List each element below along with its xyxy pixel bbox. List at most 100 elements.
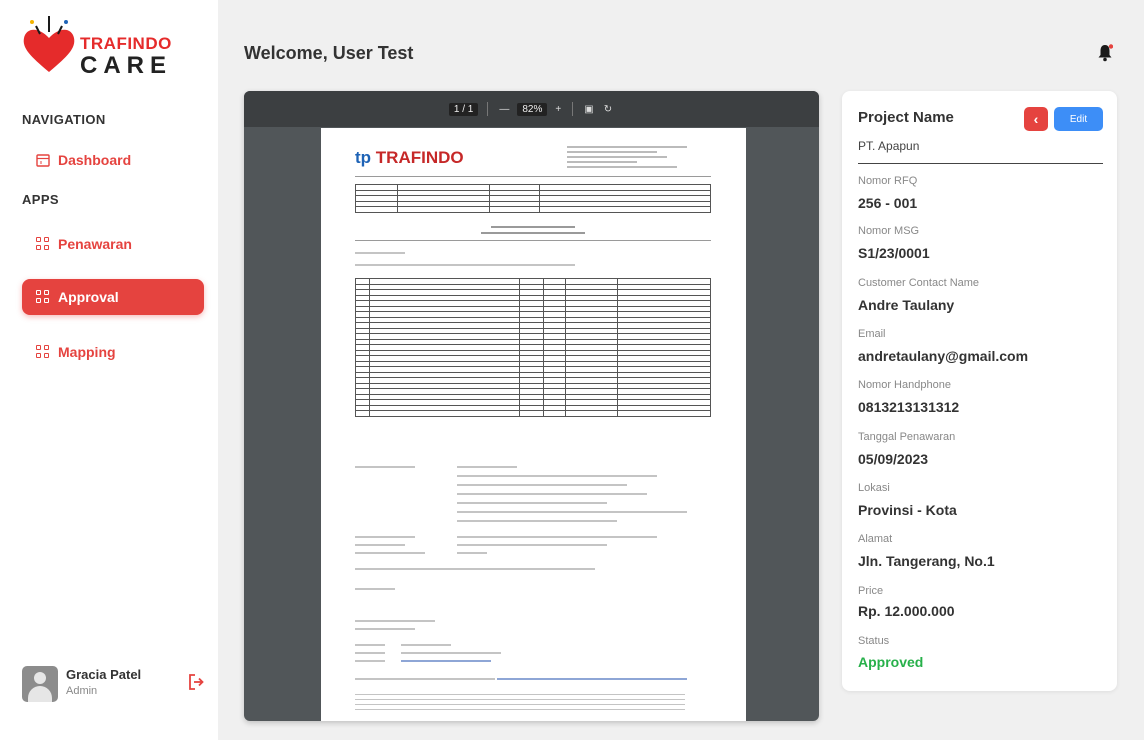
- pdf-text-line: [457, 466, 517, 468]
- grid-icon: [36, 345, 50, 359]
- pdf-text-line: [355, 588, 395, 590]
- calendar-icon: [36, 154, 50, 167]
- zoom-out-icon[interactable]: —: [499, 104, 509, 115]
- sidebar-item-mapping[interactable]: Mapping: [22, 334, 204, 370]
- brand-subname: CARE: [80, 52, 173, 79]
- pdf-text-line: [355, 552, 425, 554]
- sidebar-item-label: Approval: [58, 289, 119, 305]
- pdf-link-line: [401, 660, 491, 662]
- pdf-text-line: [457, 536, 657, 538]
- field-value: Rp. 12.000.000: [858, 603, 955, 619]
- pdf-text-line: [355, 536, 415, 538]
- pdf-info-table: [355, 184, 711, 213]
- sidebar: TRAFINDO CARE NAVIGATION Dashboard APPS …: [0, 0, 218, 740]
- page-title: Welcome, User Test: [244, 43, 414, 63]
- pdf-divider: [355, 176, 711, 177]
- pdf-viewer[interactable]: 1 / 1 — 82% + ▣ ↻ tp TRAFINDO: [244, 91, 819, 721]
- pdf-text-line: [457, 493, 647, 495]
- sidebar-item-label: Dashboard: [58, 152, 132, 168]
- field-label: Status: [858, 635, 890, 647]
- pdf-text-line: [401, 644, 451, 646]
- back-button[interactable]: ‹: [1024, 107, 1048, 131]
- brand-logo[interactable]: TRAFINDO CARE: [22, 14, 182, 84]
- pdf-divider: [355, 240, 711, 241]
- field-value: andretaulany@gmail.com: [858, 348, 1029, 364]
- pdf-text-line: [457, 484, 627, 486]
- pdf-text-line: [457, 502, 607, 504]
- field-label: Nomor MSG: [858, 225, 920, 237]
- pdf-text-line: [457, 511, 687, 513]
- pdf-page: tp TRAFINDO: [321, 128, 746, 721]
- pdf-footer-line: [355, 709, 685, 710]
- pdf-footer-line: [355, 704, 685, 705]
- field-value: 256 - 001: [858, 195, 918, 211]
- pdf-link-line: [497, 678, 687, 680]
- pdf-text-line: [355, 652, 385, 654]
- field-label: Lokasi: [858, 482, 890, 494]
- brand-name: TRAFINDO: [80, 34, 172, 53]
- pdf-text-line: [355, 660, 385, 662]
- card-title: Project Name: [858, 109, 954, 126]
- pdf-text-line: [355, 678, 495, 680]
- field-label: Customer Contact Name: [858, 277, 980, 289]
- user-profile: Gracia Patel Admin: [22, 664, 212, 704]
- fit-page-icon[interactable]: ▣: [584, 104, 593, 115]
- avatar[interactable]: [22, 666, 58, 702]
- pdf-items-table: [355, 278, 711, 417]
- field-value: Jln. Tangerang, No.1: [858, 553, 995, 569]
- field-label: Nomor Handphone: [858, 379, 951, 391]
- grid-icon: [36, 290, 50, 304]
- pdf-text-line: [355, 620, 435, 622]
- pdf-text-line: [355, 264, 575, 266]
- logout-icon[interactable]: [188, 672, 204, 692]
- sidebar-item-penawaran[interactable]: Penawaran: [22, 226, 204, 262]
- status-badge: Approved: [858, 654, 924, 670]
- field-label: Price: [858, 585, 884, 597]
- grid-icon: [36, 237, 50, 251]
- card-divider: [858, 163, 1103, 164]
- pdf-text-line: [457, 520, 617, 522]
- sidebar-item-dashboard[interactable]: Dashboard: [22, 142, 204, 178]
- field-value: 0813213131312: [858, 399, 960, 415]
- pdf-text-line: [457, 475, 657, 477]
- field-label: Tanggal Penawaran: [858, 431, 956, 443]
- pdf-text-line: [355, 644, 385, 646]
- navigation-section-label: NAVIGATION: [22, 112, 106, 127]
- toolbar-divider: [487, 102, 489, 116]
- pdf-brand-logo: tp TRAFINDO: [355, 148, 464, 167]
- pdf-text-line: [355, 252, 405, 254]
- heart-logo-icon: [23, 16, 75, 72]
- pdf-text-line: [457, 552, 487, 554]
- field-value: Andre Taulany: [858, 297, 955, 313]
- apps-section-label: APPS: [22, 192, 60, 207]
- pdf-text-line: [355, 544, 405, 546]
- pdf-text-line: [355, 628, 415, 630]
- user-name: Gracia Patel: [66, 667, 142, 682]
- project-detail-card: Project Name ‹ Edit PT. Apapun Nomor RFQ…: [842, 91, 1117, 691]
- sidebar-item-approval[interactable]: Approval: [22, 279, 204, 315]
- project-name-value: PT. Apapun: [858, 139, 920, 153]
- bell-icon[interactable]: [1097, 44, 1113, 62]
- pdf-text-line: [457, 544, 607, 546]
- pdf-footer-line: [355, 699, 685, 700]
- chevron-left-icon: ‹: [1033, 111, 1039, 127]
- zoom-level[interactable]: 82%: [517, 102, 548, 116]
- field-value: 05/09/2023: [858, 451, 929, 467]
- page-indicator[interactable]: 1 / 1: [448, 102, 479, 116]
- pdf-text-line: [355, 466, 415, 468]
- zoom-in-icon[interactable]: +: [555, 104, 561, 115]
- pdf-heading-line: [491, 226, 575, 228]
- pdf-heading-line: [481, 232, 585, 234]
- user-role: Admin: [66, 685, 98, 697]
- pdf-address-block: [567, 146, 707, 171]
- pdf-text-line: [355, 568, 595, 570]
- field-label: Nomor RFQ: [858, 175, 918, 187]
- rotate-icon[interactable]: ↻: [604, 104, 612, 115]
- sidebar-item-label: Mapping: [58, 344, 116, 360]
- field-value: Provinsi - Kota: [858, 502, 957, 518]
- toolbar-divider: [572, 102, 574, 116]
- pdf-text-line: [401, 652, 501, 654]
- field-value: S1/23/0001: [858, 245, 930, 261]
- edit-button[interactable]: Edit: [1054, 107, 1103, 131]
- field-label: Email: [858, 328, 886, 340]
